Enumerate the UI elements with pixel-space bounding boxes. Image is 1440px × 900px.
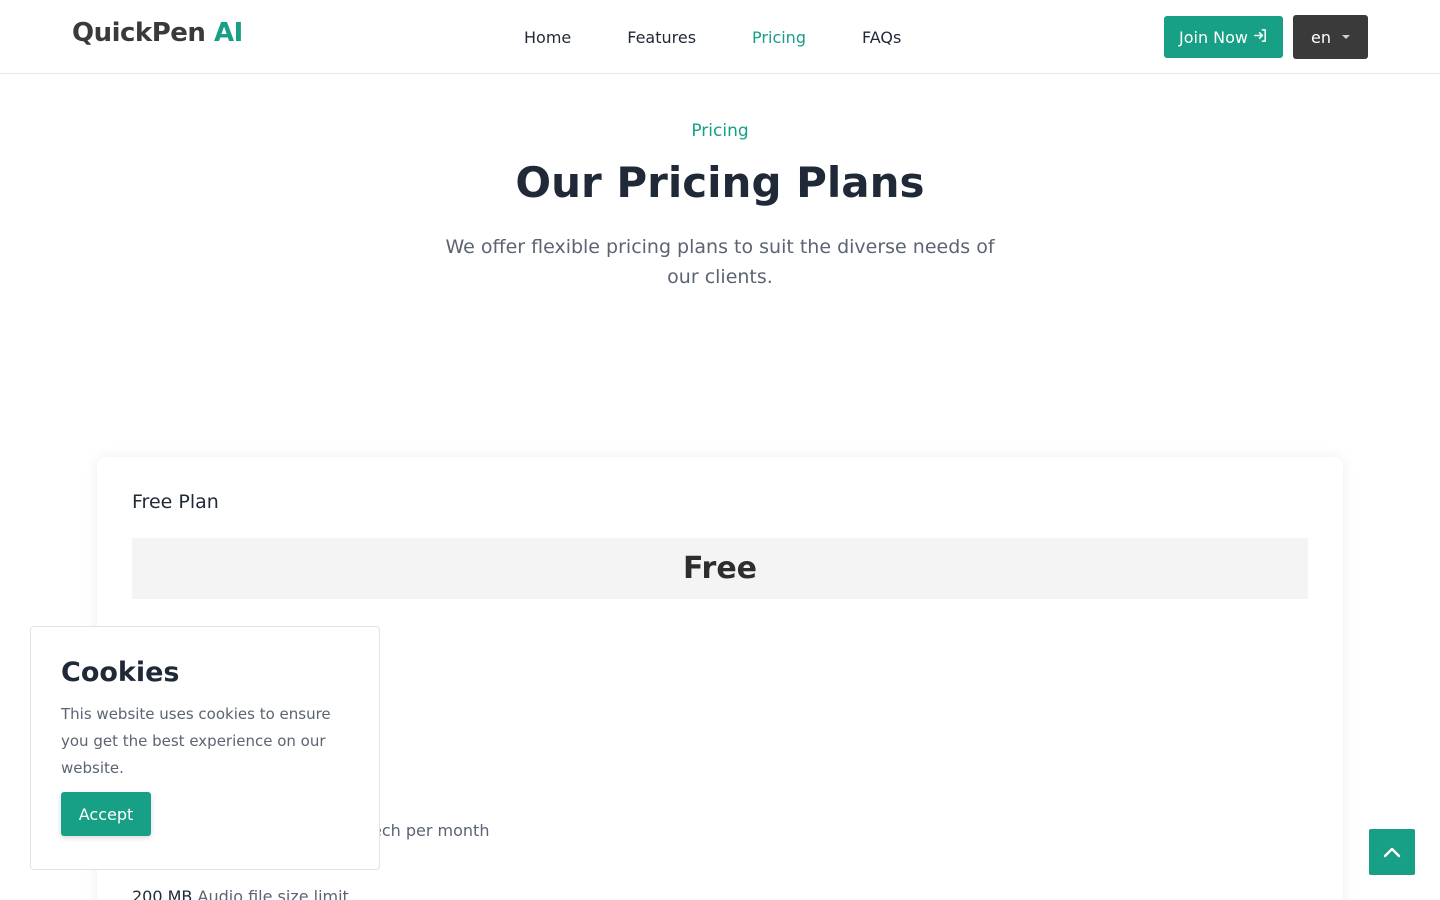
language-select[interactable]: en	[1293, 15, 1368, 59]
nav-home[interactable]: Home	[496, 28, 599, 47]
language-label: en	[1311, 27, 1331, 47]
accept-cookies-button[interactable]: Accept	[61, 792, 151, 836]
join-now-button[interactable]: Join Now	[1164, 16, 1283, 58]
plan-name: Free Plan	[132, 491, 219, 513]
cookie-banner: Cookies This website uses cookies to ens…	[30, 626, 380, 870]
back-to-top-button[interactable]	[1369, 829, 1415, 875]
cookie-text: This website uses cookies to ensure you …	[61, 705, 331, 777]
feature-label: Audio file size limit	[197, 887, 349, 900]
plan-feature: 200 MB Audio file size limit	[132, 887, 349, 900]
brand-logo[interactable]: QuickPen AI	[72, 18, 243, 48]
plan-feature: ech per month	[372, 821, 489, 840]
site-header: QuickPen AI Home Features Pricing FAQs J…	[0, 0, 1440, 74]
main-nav: Home Features Pricing FAQs	[496, 0, 929, 74]
nav-features[interactable]: Features	[599, 28, 724, 47]
nav-pricing[interactable]: Pricing	[724, 28, 834, 47]
plan-price: Free	[132, 538, 1308, 599]
section-eyebrow: Pricing	[691, 121, 749, 141]
caret-down-icon	[1342, 35, 1350, 39]
join-now-label: Join Now	[1178, 27, 1249, 47]
brand-name: QuickPen	[72, 18, 206, 48]
chevron-up-icon	[1383, 843, 1401, 862]
nav-faqs[interactable]: FAQs	[834, 28, 929, 47]
feature-label: ech per month	[372, 821, 490, 840]
feature-value: 200 MB	[132, 887, 193, 900]
page-title: Our Pricing Plans	[515, 158, 925, 207]
cookie-title: Cookies	[61, 657, 180, 688]
page-subtitle: We offer flexible pricing plans to suit …	[445, 236, 995, 288]
sign-in-icon	[1253, 28, 1268, 47]
brand-suffix: AI	[214, 18, 243, 48]
